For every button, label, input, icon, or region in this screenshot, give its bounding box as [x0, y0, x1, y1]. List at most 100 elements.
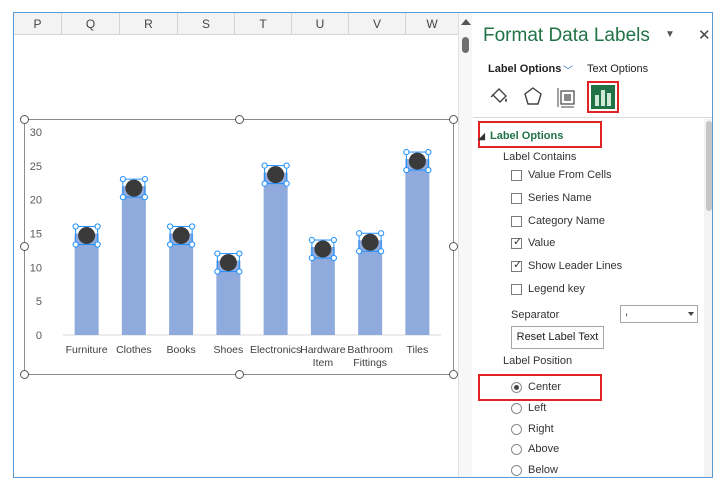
resize-handle[interactable] [235, 115, 244, 124]
label-selection-handle [189, 241, 196, 248]
effects-icon[interactable] [519, 83, 547, 111]
label-selection-handle [403, 148, 410, 156]
close-icon[interactable]: ✕ [698, 26, 711, 44]
collapse-triangle-icon[interactable]: ◢ [478, 131, 485, 142]
column-header[interactable]: V [349, 13, 406, 35]
bar-chart[interactable]: 30 25 20 15 10 5 0 Furniture Clothes Books Shoes El… [20, 115, 458, 379]
radio-label: Right [528, 423, 554, 435]
checkbox-label: Legend key [528, 283, 585, 295]
column-header[interactable]: Q [62, 13, 120, 35]
y-tick-label: 0 [36, 330, 42, 342]
checkbox[interactable] [511, 170, 522, 181]
x-tick-label: Clothes [116, 344, 152, 356]
resize-handle[interactable] [235, 370, 244, 379]
label-selection-handle [330, 236, 337, 244]
worksheet[interactable]: P Q R S T U V W 30 25 20 15 10 5 0 Furniture Clo… [14, 13, 458, 477]
scrollbar-thumb[interactable] [706, 121, 712, 211]
column-header[interactable]: P [14, 13, 62, 35]
x-tick-label: Item [313, 357, 334, 369]
y-tick-label: 20 [30, 195, 42, 207]
label-selection-handle [141, 194, 148, 201]
label-selection-handle [330, 254, 337, 262]
scrollbar-thumb[interactable] [462, 37, 469, 53]
checkbox-label: Series Name [528, 192, 592, 204]
label-selection-handle [189, 223, 196, 230]
x-tick-label: Books [167, 344, 196, 356]
column-header[interactable]: W [406, 13, 458, 35]
bar[interactable] [358, 240, 383, 335]
checkbox[interactable] [511, 216, 522, 227]
vertical-scrollbar[interactable] [458, 13, 472, 477]
checkbox[interactable]: ✓ [511, 236, 523, 249]
chevron-down-icon[interactable]: ﹀ [563, 62, 573, 77]
label-options-section-header[interactable]: ◢ Label Options [478, 130, 563, 142]
radio[interactable] [511, 465, 522, 476]
label-selection-handle [403, 166, 410, 174]
column-header[interactable]: T [235, 13, 292, 35]
data-label-marker[interactable] [125, 179, 143, 197]
checkbox[interactable] [511, 193, 522, 204]
data-label-marker[interactable] [267, 166, 285, 184]
label-selection-handle [261, 180, 268, 187]
checkbox-label: Show Leader Lines [528, 260, 623, 272]
data-label-marker[interactable] [361, 233, 379, 251]
x-tick-label: Bathroom [347, 344, 393, 356]
checkmark-icon: ✓ [513, 259, 523, 271]
label-selection-handle [72, 241, 79, 248]
bar[interactable] [405, 159, 430, 335]
bar[interactable] [121, 186, 146, 335]
resize-handle[interactable] [20, 242, 29, 251]
y-tick-label: 10 [30, 262, 42, 274]
resize-handle[interactable] [449, 370, 458, 379]
checkbox[interactable]: ✓ [511, 259, 523, 272]
size-properties-icon[interactable] [553, 83, 581, 111]
x-tick-label: Furniture [66, 344, 108, 356]
separator-select[interactable]: , [620, 305, 698, 323]
label-selection-handle [167, 223, 174, 230]
checkbox[interactable] [511, 284, 522, 295]
bar[interactable] [74, 233, 99, 336]
label-selection-handle [94, 241, 101, 248]
resize-handle[interactable] [449, 242, 458, 251]
column-header[interactable]: U [292, 13, 349, 35]
data-label-marker[interactable] [172, 227, 190, 244]
pane-scrollbar[interactable] [704, 119, 712, 477]
radio[interactable] [511, 382, 522, 393]
x-tick-label: Hardware [300, 344, 346, 356]
column-header[interactable]: S [178, 13, 235, 35]
y-tick-label: 15 [30, 229, 42, 241]
data-label-marker[interactable] [314, 240, 332, 258]
radio[interactable] [511, 424, 522, 435]
pane-options-chevron-icon[interactable]: ▼ [665, 29, 675, 40]
column-header[interactable]: R [120, 13, 178, 35]
y-tick-label: 5 [36, 296, 42, 308]
reset-label-text-button[interactable]: Reset Label Text [511, 326, 604, 349]
resize-handle[interactable] [20, 115, 29, 124]
resize-handle[interactable] [449, 115, 458, 124]
bar[interactable] [310, 247, 335, 335]
x-tick-label: Tiles [406, 344, 428, 356]
separator-label: Separator [511, 309, 560, 321]
pane-divider [473, 117, 712, 118]
label-selection-handle [356, 230, 363, 237]
resize-handle[interactable] [20, 370, 29, 379]
tab-text-options[interactable]: Text Options [587, 63, 648, 75]
radio-label: Left [528, 402, 547, 414]
bar[interactable] [169, 233, 194, 336]
label-selection-handle [261, 162, 268, 169]
scroll-up-icon[interactable] [461, 19, 471, 25]
fill-line-icon[interactable] [485, 83, 513, 111]
data-label-marker[interactable] [408, 152, 426, 170]
checkmark-icon: ✓ [513, 236, 523, 248]
label-selection-handle [119, 176, 126, 183]
radio[interactable] [511, 444, 522, 455]
radio-label: Below [528, 464, 558, 476]
label-options-icon[interactable] [587, 81, 619, 113]
tab-label-options[interactable]: Label Options [488, 63, 561, 75]
data-label-marker[interactable] [219, 254, 237, 272]
label-selection-handle [283, 180, 290, 187]
bar[interactable] [263, 172, 288, 335]
label-selection-handle [141, 176, 148, 183]
data-label-marker[interactable] [78, 227, 96, 244]
radio[interactable] [511, 403, 522, 414]
